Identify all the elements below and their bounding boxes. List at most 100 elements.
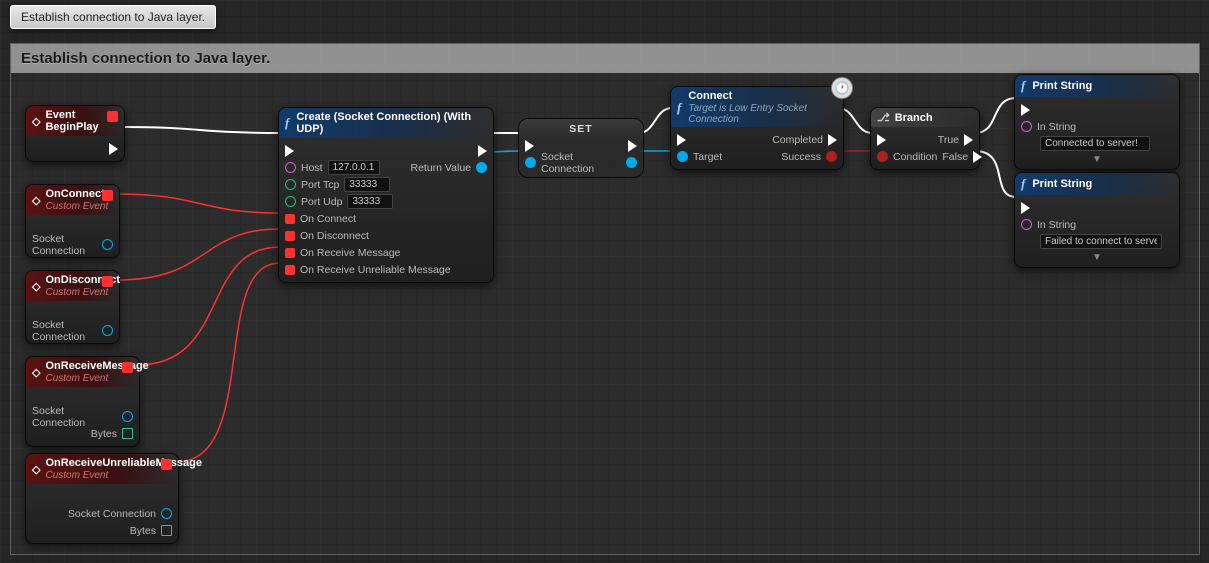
delegate-pin[interactable] <box>107 111 118 122</box>
pin-label: Socket Connection <box>32 233 97 257</box>
exec-false-pin[interactable] <box>973 151 982 163</box>
delegate-pin[interactable] <box>102 276 113 287</box>
pin-label: Bytes <box>130 525 156 537</box>
delegate-in-pin[interactable] <box>285 248 295 258</box>
node-header[interactable]: ◇OnReceiveUnreliableMessageCustom Event <box>26 454 178 484</box>
in-string-input[interactable] <box>1040 234 1162 249</box>
bool-in-pin[interactable] <box>877 151 888 162</box>
delegate-in-pin[interactable] <box>285 214 295 224</box>
delegate-in-pin[interactable] <box>285 231 295 241</box>
node-header[interactable]: fPrint String <box>1015 173 1179 195</box>
function-icon: f <box>285 115 289 131</box>
pin-label: Target <box>693 151 722 163</box>
delegate-pin[interactable] <box>161 459 172 470</box>
object-out-pin[interactable] <box>102 239 113 250</box>
node-header[interactable]: ◇Event BeginPlay <box>26 106 124 136</box>
delegate-in-pin[interactable] <box>285 265 295 275</box>
node-onreceiveunreliablemessage[interactable]: ◇OnReceiveUnreliableMessageCustom Event … <box>25 453 179 544</box>
exec-in-pin[interactable] <box>677 134 686 146</box>
exec-in-pin[interactable] <box>1021 202 1030 214</box>
object-out-pin[interactable] <box>161 508 172 519</box>
pin-label: Success <box>781 151 821 163</box>
array-out-pin[interactable] <box>161 525 172 536</box>
exec-out-pin[interactable] <box>124 394 133 406</box>
function-icon: f <box>1021 176 1025 192</box>
node-event-beginplay[interactable]: ◇Event BeginPlay <box>25 105 125 162</box>
node-title: Print String <box>1032 80 1092 92</box>
node-header[interactable]: ◇OnReceiveMessageCustom Event <box>26 357 139 387</box>
node-branch[interactable]: ⎇Branch True ConditionFalse <box>870 107 980 170</box>
node-onconnect[interactable]: ◇ OnConnectCustom Event Socket Connection <box>25 184 120 258</box>
node-header[interactable]: ◇ OnConnectCustom Event <box>26 185 119 215</box>
event-icon: ◇ <box>32 194 40 207</box>
object-in-pin[interactable] <box>677 151 688 162</box>
pin-label: In String <box>1037 219 1076 231</box>
exec-in-pin[interactable] <box>1021 104 1030 116</box>
exec-out-pin[interactable] <box>104 308 113 320</box>
exec-out-pin[interactable] <box>628 140 637 152</box>
host-input[interactable] <box>328 160 380 175</box>
branch-icon: ⎇ <box>877 111 890 124</box>
object-out-pin[interactable] <box>122 411 133 422</box>
pin-label: False <box>942 151 968 163</box>
node-header[interactable]: f Print String <box>1015 75 1179 97</box>
delegate-pin[interactable] <box>102 190 113 201</box>
pin-label: Socket Connection <box>32 405 117 429</box>
pin-label: Socket Connection <box>541 151 621 175</box>
node-header[interactable]: ◇OnDisconnectCustom Event <box>26 271 119 301</box>
exec-out-pin[interactable] <box>828 134 837 146</box>
int-in-pin[interactable] <box>285 179 296 190</box>
object-out-pin[interactable] <box>626 157 637 168</box>
pin-label: Port Tcp <box>301 179 339 191</box>
pin-label: On Receive Unreliable Message <box>300 264 451 276</box>
bool-out-pin[interactable] <box>826 151 837 162</box>
expand-chevron-icon[interactable]: ▼ <box>1021 154 1173 165</box>
port-udp-input[interactable] <box>347 194 393 209</box>
node-title: OnConnectCustom Event <box>45 188 108 212</box>
exec-in-pin[interactable] <box>877 134 886 146</box>
object-out-pin[interactable] <box>476 162 487 173</box>
node-title: ConnectTarget is Low Entry Socket Connec… <box>688 90 837 125</box>
node-onreceivemessage[interactable]: ◇OnReceiveMessageCustom Event Socket Con… <box>25 356 140 447</box>
comment-title[interactable]: Establish connection to Java layer. <box>11 44 1199 73</box>
string-in-pin[interactable] <box>285 162 296 173</box>
function-icon: f <box>1021 78 1025 94</box>
pin-label: Condition <box>893 151 937 163</box>
exec-out-pin[interactable] <box>109 143 118 155</box>
string-in-pin[interactable] <box>1021 219 1032 230</box>
node-title: OnReceiveUnreliableMessageCustom Event <box>45 457 202 481</box>
exec-out-pin[interactable] <box>1164 202 1173 214</box>
expand-chevron-icon[interactable]: ▼ <box>1021 252 1173 263</box>
exec-true-pin[interactable] <box>964 134 973 146</box>
delegate-pin[interactable] <box>122 362 133 373</box>
exec-in-pin[interactable] <box>285 145 294 157</box>
pin-label: Port Udp <box>301 196 342 208</box>
node-header[interactable]: ⎇Branch <box>871 108 979 127</box>
pin-label: On Disconnect <box>300 230 369 242</box>
node-connect[interactable]: 🕐 fConnectTarget is Low Entry Socket Con… <box>670 86 844 170</box>
node-header[interactable]: f ConnectTarget is Low Entry Socket Conne… <box>671 87 843 127</box>
array-out-pin[interactable] <box>122 428 133 439</box>
port-tcp-input[interactable] <box>344 177 390 192</box>
function-icon: f <box>677 100 681 116</box>
pin-label: On Receive Message <box>300 247 400 259</box>
node-set-variable[interactable]: SET Socket Connection <box>518 118 644 178</box>
int-in-pin[interactable] <box>285 196 296 207</box>
in-string-input[interactable] <box>1040 136 1150 151</box>
node-ondisconnect[interactable]: ◇OnDisconnectCustom Event Socket Connect… <box>25 270 120 344</box>
pin-label: Completed <box>772 134 823 146</box>
node-print-string-1[interactable]: fPrint String In String ▼ <box>1014 74 1180 170</box>
node-header[interactable]: fCreate (Socket Connection) (With UDP) <box>279 108 493 138</box>
pin-label: On Connect <box>300 213 356 225</box>
exec-out-pin[interactable] <box>478 145 487 157</box>
exec-out-pin[interactable] <box>104 222 113 234</box>
exec-out-pin[interactable] <box>1164 104 1173 116</box>
object-in-pin[interactable] <box>525 157 536 168</box>
node-create-socket-connection[interactable]: fCreate (Socket Connection) (With UDP) H… <box>278 107 494 283</box>
event-icon: ◇ <box>32 280 40 293</box>
object-out-pin[interactable] <box>102 325 113 336</box>
node-print-string-2[interactable]: fPrint String In String ▼ <box>1014 172 1180 268</box>
string-in-pin[interactable] <box>1021 121 1032 132</box>
exec-out-pin[interactable] <box>163 491 172 503</box>
pin-label: Socket Connection <box>32 319 97 343</box>
